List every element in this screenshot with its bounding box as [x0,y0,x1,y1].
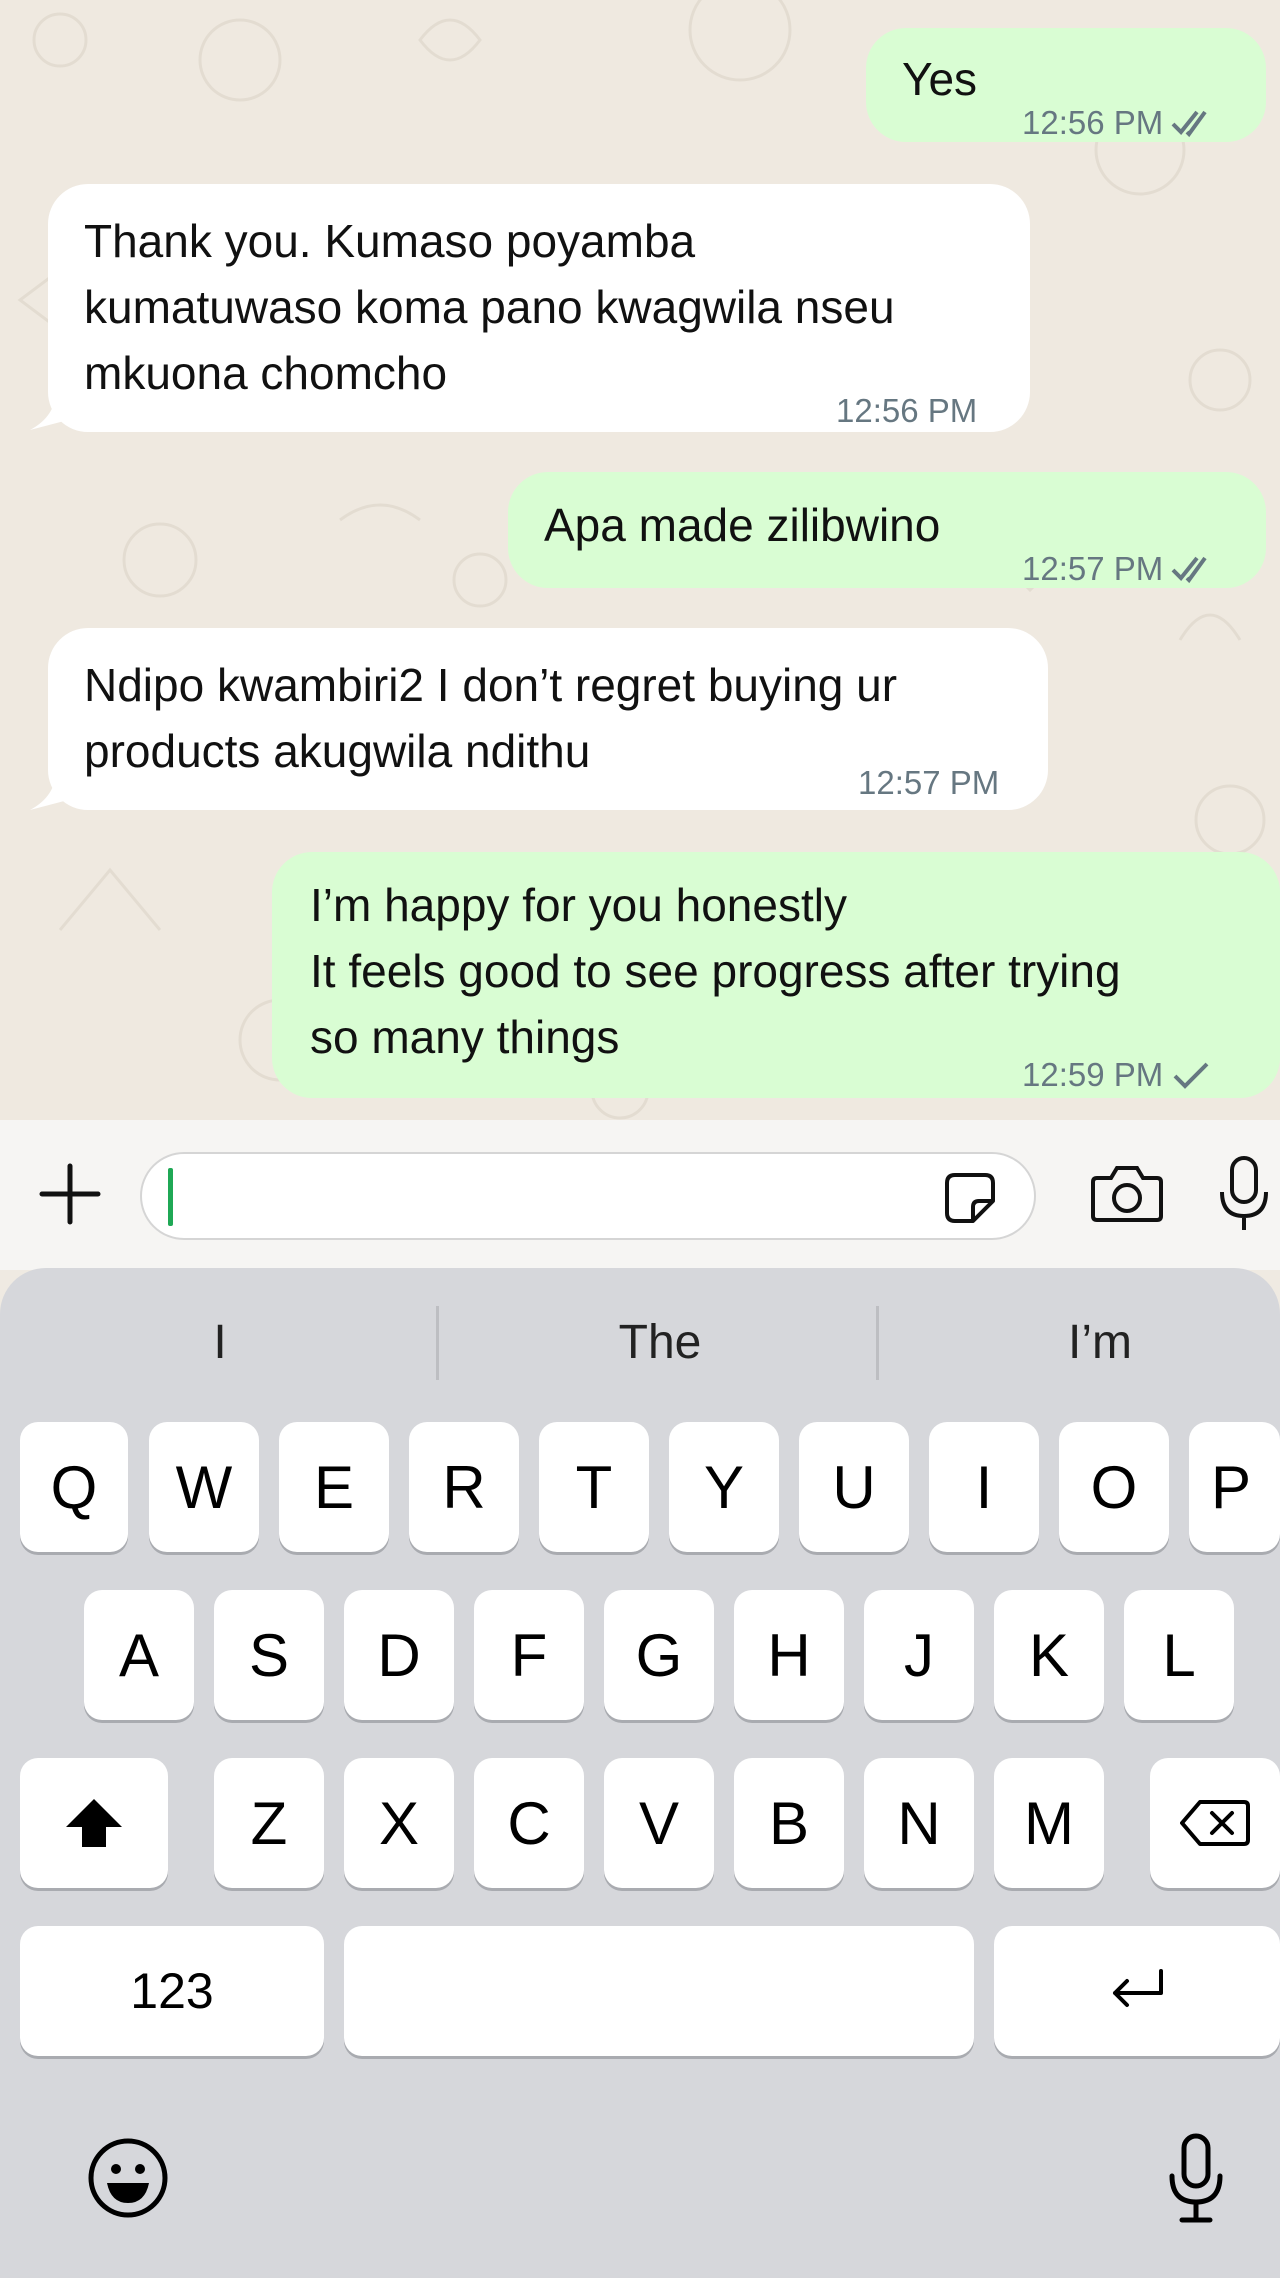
key-d[interactable]: D [344,1590,454,1720]
suggestion-1[interactable]: I [10,1308,430,1378]
message-text: Yes [902,53,978,105]
chat-area[interactable]: Yes 12:56 PM Thank you. Kumaso poyamba k… [0,0,1280,1120]
key-q[interactable]: Q [20,1422,128,1552]
key-b[interactable]: B [734,1758,844,1888]
key-h[interactable]: H [734,1590,844,1720]
plus-icon[interactable] [30,1154,110,1234]
key-m[interactable]: M [994,1758,1104,1888]
key-k[interactable]: K [994,1590,1104,1720]
message-composer [0,1120,1280,1270]
emoji-icon[interactable] [86,2136,170,2220]
key-s[interactable]: S [214,1590,324,1720]
incoming-message[interactable]: Ndipo kwambiri2 I don’t regret buying ur… [48,628,1048,810]
return-icon [1113,1969,1163,2007]
return-key[interactable] [994,1926,1280,2056]
key-g[interactable]: G [604,1590,714,1720]
double-check-icon [1171,110,1207,138]
outgoing-message[interactable]: Apa made zilibwino 12:57 PM [508,472,1266,588]
key-t[interactable]: T [539,1422,649,1552]
incoming-message[interactable]: Thank you. Kumaso poyamba kumatuwaso kom… [48,184,1030,432]
suggestion-divider [436,1306,439,1380]
key-i[interactable]: I [929,1422,1039,1552]
shift-icon [66,1799,122,1847]
key-j[interactable]: J [864,1590,974,1720]
message-time: 12:56 PM [836,392,978,429]
keyboard: I The I’m Q W E R T Y U I O P A S D F G … [0,1268,1280,2278]
key-o[interactable]: O [1059,1422,1169,1552]
message-text: I’m happy for you honestly It feels good… [310,879,1121,1063]
key-z[interactable]: Z [214,1758,324,1888]
suggestion-divider [876,1306,879,1380]
message-text: Apa made zilibwino [544,499,941,551]
key-p[interactable]: P [1189,1422,1280,1552]
message-time: 12:57 PM [858,764,1000,801]
space-bar[interactable] [344,1926,974,2056]
key-l[interactable]: L [1124,1590,1234,1720]
key-v[interactable]: V [604,1758,714,1888]
message-time: 12:56 PM [1022,104,1164,141]
camera-icon[interactable] [1090,1156,1164,1230]
message-time: 12:59 PM [1022,1056,1164,1093]
key-y[interactable]: Y [669,1422,779,1552]
key-n[interactable]: N [864,1758,974,1888]
message-input[interactable] [140,1152,1036,1240]
message-time: 12:57 PM [1022,550,1164,587]
message-text: Thank you. Kumaso poyamba kumatuwaso kom… [84,215,895,399]
key-w[interactable]: W [149,1422,259,1552]
backspace-icon [1180,1800,1250,1846]
key-a[interactable]: A [84,1590,194,1720]
message-text: Ndipo kwambiri2 I don’t regret buying ur… [84,659,898,777]
key-e[interactable]: E [279,1422,389,1552]
shift-key[interactable] [20,1758,168,1888]
dictation-icon[interactable] [1156,2130,1236,2226]
text-caret [168,1168,173,1226]
suggestion-3[interactable]: I’m [890,1308,1280,1378]
sticker-icon[interactable] [942,1170,998,1226]
microphone-icon[interactable] [1208,1152,1280,1236]
key-r[interactable]: R [409,1422,519,1552]
key-c[interactable]: C [474,1758,584,1888]
key-f[interactable]: F [474,1590,584,1720]
single-check-icon [1173,1062,1209,1089]
numbers-key[interactable]: 123 [20,1926,324,2056]
backspace-key[interactable] [1150,1758,1280,1888]
suggestion-2[interactable]: The [450,1308,870,1378]
outgoing-message[interactable]: Yes 12:56 PM [866,28,1266,142]
outgoing-message[interactable]: I’m happy for you honestly It feels good… [272,852,1280,1098]
key-u[interactable]: U [799,1422,909,1552]
key-x[interactable]: X [344,1758,454,1888]
double-check-icon [1171,556,1207,584]
